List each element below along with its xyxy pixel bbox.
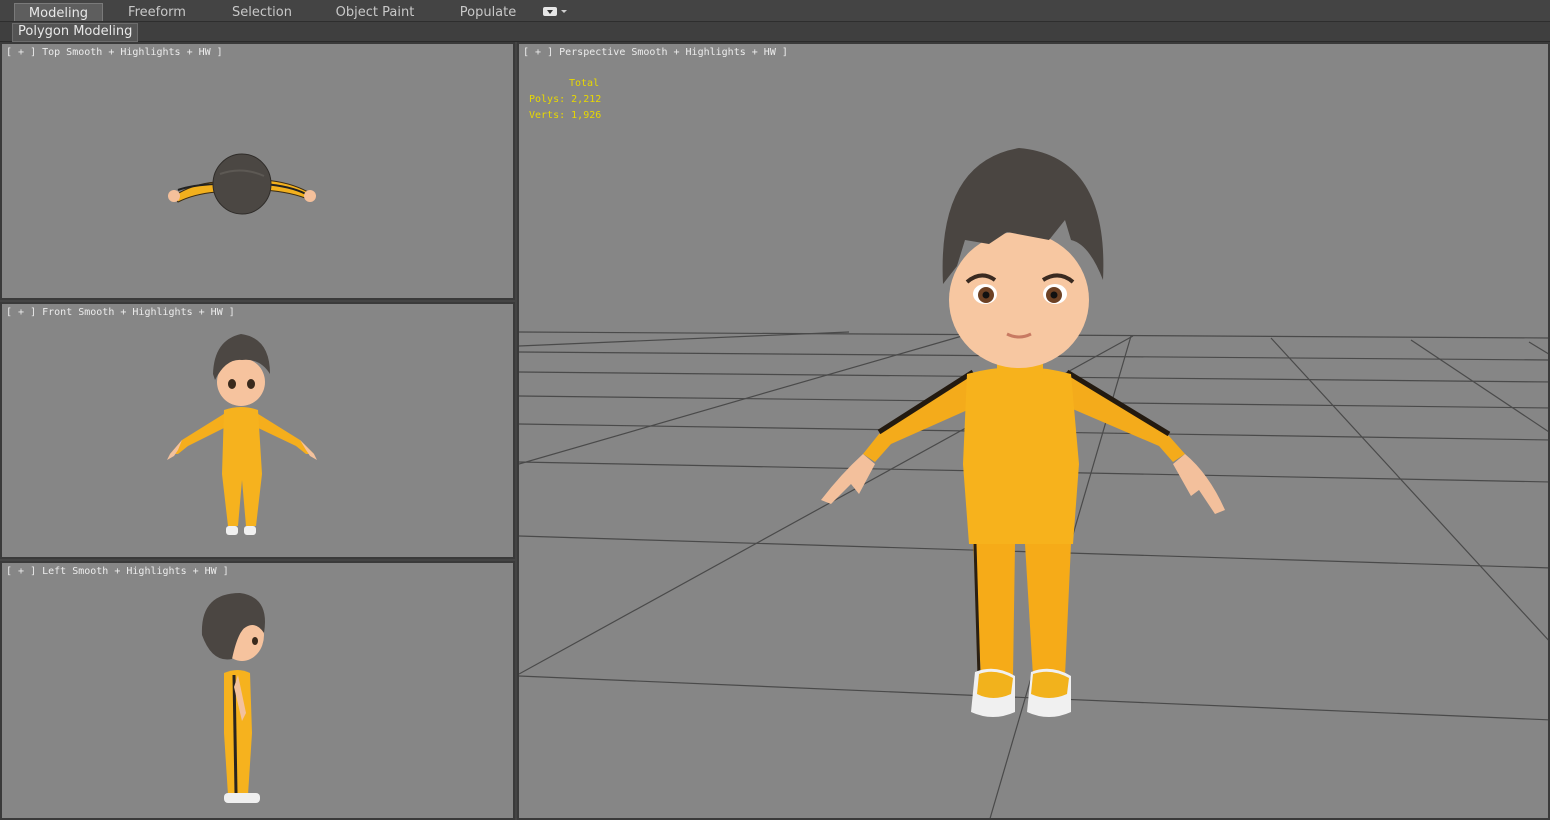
ribbon-minimize-icon xyxy=(543,7,557,16)
tab-object-paint[interactable]: Object Paint xyxy=(326,3,424,22)
left-view-model xyxy=(201,593,265,803)
tab-selection[interactable]: Selection xyxy=(214,3,310,22)
tab-freeform[interactable]: Freeform xyxy=(112,3,202,22)
ribbon-panel-bar: Polygon Modeling xyxy=(0,22,1550,42)
viewport-left[interactable]: [ + ] Left Smooth + Highlights + HW ] xyxy=(0,561,515,820)
chevron-down-icon xyxy=(561,10,567,13)
ribbon-tab-bar: Modeling Freeform Selection Object Paint… xyxy=(0,0,1550,22)
perspective-character-model xyxy=(821,148,1225,717)
polygon-modeling-panel-tab[interactable]: Polygon Modeling xyxy=(12,23,139,42)
top-view-model xyxy=(168,153,316,215)
front-view-model xyxy=(167,334,317,535)
viewport-perspective[interactable]: [ + ] Perspective Smooth + Highlights + HW… xyxy=(517,42,1550,820)
tab-modeling[interactable]: Modeling xyxy=(14,3,103,22)
viewport-front[interactable]: [ + ] Front Smooth + Highlights + HW ] xyxy=(0,302,515,559)
tab-populate[interactable]: Populate xyxy=(446,3,530,22)
ribbon-options-dropdown[interactable] xyxy=(543,5,567,18)
viewport-top[interactable]: [ + ] Top Smooth + Highlights + HW ] xyxy=(0,42,515,300)
